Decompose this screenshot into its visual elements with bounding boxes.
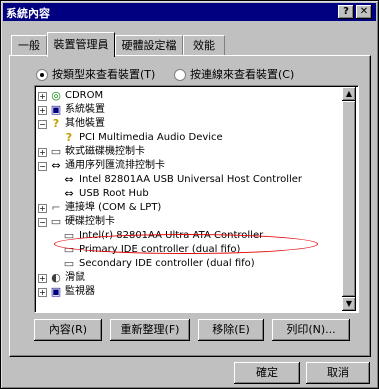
collapse-icon[interactable]: − [38,218,47,227]
tree-label: 監視器 [65,286,95,297]
scroll-thumb[interactable] [342,101,356,297]
tree-label: 系統裝置 [65,104,105,115]
tree-label: USB Root Hub [79,188,149,199]
properties-button[interactable]: 內容(R) [34,319,102,341]
tab-device-manager[interactable]: 裝置管理員 [47,32,115,57]
tree-label: PCI Multimedia Audio Device [79,132,223,143]
tree-label: CDROM [65,90,104,101]
expand-icon[interactable]: + [38,204,47,213]
tree-label: Secondary IDE controller (dual fifo) [79,258,255,269]
port-icon: ⌐ [51,201,61,214]
view-by-type-option[interactable]: 按類型來查看裝置(T) [36,68,155,82]
tab-performance[interactable]: 效能 [183,35,225,56]
ok-button[interactable]: 確定 [234,362,300,384]
unknown-device-icon: ? [65,131,73,144]
cdrom-icon: ◎ [51,89,61,102]
computer-icon: ▣ [50,103,62,116]
close-button[interactable]: ✕ [356,5,372,19]
tab-general[interactable]: 一般 [11,35,47,56]
collapse-icon[interactable]: − [38,120,47,129]
usb-icon: ⇔ [64,173,74,186]
device-tree[interactable]: + ◎ CDROM + ▣ 系統裝置 − ? 其他裝置 ? PCI Multim… [34,85,359,313]
cancel-button[interactable]: 取消 [306,362,370,384]
mouse-icon: ◐ [51,271,61,284]
controller-icon: ▭ [50,215,62,228]
radio-checked-icon[interactable] [36,69,48,81]
view-by-connection-option[interactable]: 按連線來查看裝置(C) [174,68,294,82]
remove-button[interactable]: 移除(E) [198,319,264,341]
help-button[interactable]: ? [338,5,354,19]
tree-label: 滑鼠 [65,272,85,283]
system-properties-window: 系統內容 ? ✕ 一般 裝置管理員 硬體設定檔 效能 按類型來查看裝置(T) 按… [0,0,379,389]
tree-label: 軟式磁碟機控制卡 [65,146,145,157]
view-by-type-label: 按類型來查看裝置(T) [52,68,156,81]
tree-label: Intel 82801AA USB Universal Host Control… [79,174,303,185]
window-title: 系統內容 [6,7,50,20]
tab-hardware-profiles[interactable]: 硬體設定檔 [115,35,183,56]
monitor-icon: ▣ [50,285,62,298]
expand-icon[interactable]: + [38,274,47,283]
expand-icon[interactable]: + [38,92,47,101]
scroll-down-icon[interactable]: ▼ [342,297,356,311]
controller-icon: ▭ [50,145,62,158]
tree-label: 連接埠 (COM & LPT) [65,202,162,213]
radio-unchecked-icon[interactable] [174,69,186,81]
highlight-ellipse [54,234,318,254]
expand-icon[interactable]: + [38,148,47,157]
print-button[interactable]: 列印(N)... [272,319,350,341]
usb-icon: ⇔ [51,159,61,172]
tree-label: 硬碟控制卡 [65,216,115,227]
expand-icon[interactable]: + [38,106,47,115]
expand-icon[interactable]: + [38,288,47,297]
tree-label: 通用序列匯流排控制卡 [65,160,165,171]
usb-icon: ⇔ [64,187,74,200]
refresh-button[interactable]: 重新整理(F) [110,319,190,341]
tree-scrollbar[interactable]: ▲ ▼ [342,87,356,311]
collapse-icon[interactable]: − [38,162,47,171]
controller-icon: ▭ [63,257,75,270]
question-icon: ? [52,117,60,130]
tree-label: 其他裝置 [65,118,105,129]
title-bar[interactable]: 系統內容 ? ✕ [3,3,376,21]
scroll-up-icon[interactable]: ▲ [342,87,356,101]
view-by-connection-label: 按連線來查看裝置(C) [190,68,295,81]
